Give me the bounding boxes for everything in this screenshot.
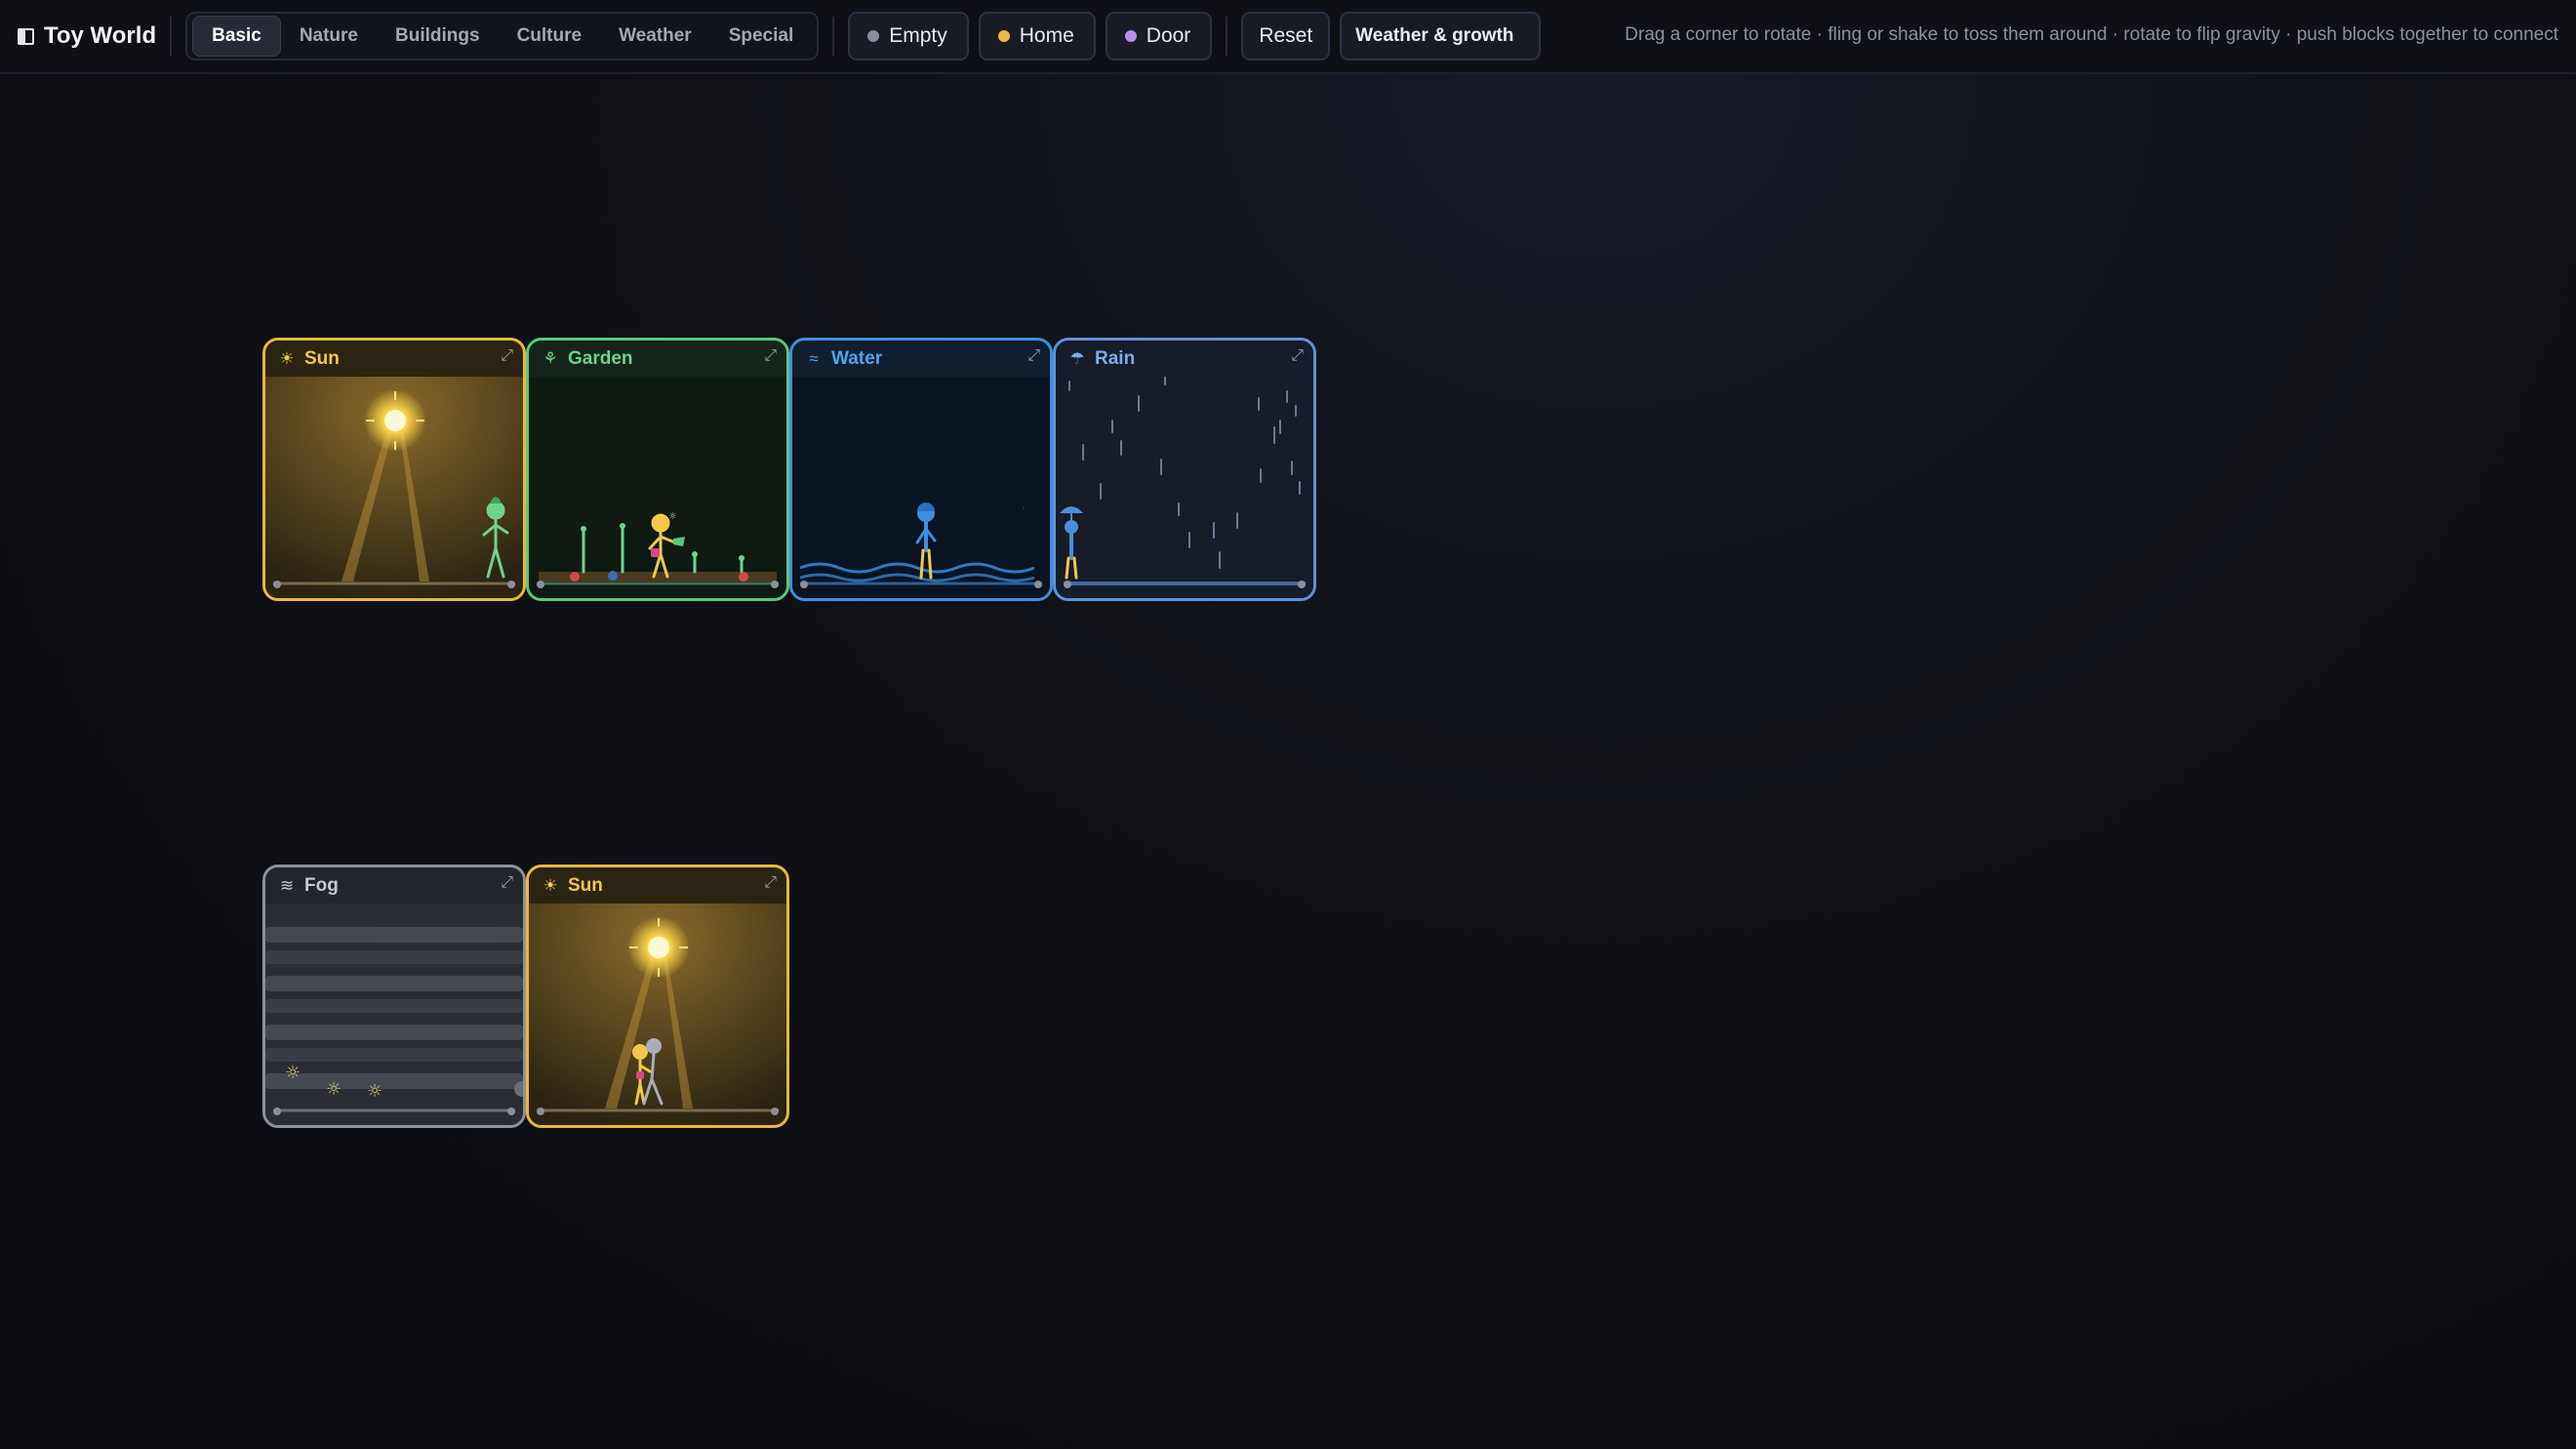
tab-special[interactable]: Special (710, 17, 813, 56)
card-scene (529, 904, 786, 1125)
block-card-water[interactable]: ≈ Water ⤢ › (789, 338, 1053, 601)
home-toggle-label: Home (1019, 24, 1074, 47)
svg-text:☼: ☼ (285, 1063, 301, 1083)
block-card-sun[interactable]: ☀ Sun ⤢ (526, 865, 789, 1128)
sidebar-panel-icon (18, 27, 34, 45)
card-title: Rain (1095, 347, 1136, 369)
rain-cloud-icon: ☂ (1069, 348, 1085, 368)
toolbar-divider (1226, 17, 1228, 56)
sprout-icon: ⚘ (543, 348, 558, 368)
block-card-garden[interactable]: ⚘ Garden ⤢ ☼ (526, 338, 789, 601)
card-scene (1056, 377, 1313, 598)
reset-button[interactable]: Reset (1241, 12, 1331, 60)
tab-nature[interactable]: Nature (281, 17, 377, 56)
tab-culture[interactable]: Culture (499, 17, 601, 56)
brand: Toy World (18, 22, 156, 50)
empty-toggle-label: Empty (889, 24, 947, 47)
card-scene: ☼ ☼ ☼ (265, 904, 523, 1125)
waves-icon: ≈ (809, 348, 819, 368)
top-toolbar: Toy World Basic Nature Buildings Culture… (0, 0, 2576, 74)
category-tabs: Basic Nature Buildings Culture Weather S… (185, 12, 820, 60)
tab-basic[interactable]: Basic (192, 16, 281, 57)
door-toggle-label: Door (1146, 24, 1191, 47)
card-scene: ☼ (529, 377, 786, 598)
card-scene (265, 377, 523, 598)
card-header: ☂ Rain ⤢ (1056, 341, 1313, 377)
toolbar-divider (170, 17, 173, 56)
toolbar-divider (832, 17, 835, 56)
card-header: ☀ Sun ⤢ (265, 341, 523, 377)
card-title: Water (831, 347, 883, 369)
expand-icon[interactable]: ⤢ (764, 874, 777, 892)
home-dot-icon (997, 30, 1010, 42)
expand-icon[interactable]: ⤢ (764, 347, 777, 365)
sun-icon: ☀ (279, 348, 295, 368)
weather-growth-button[interactable]: Weather & growth (1340, 12, 1542, 60)
expand-icon[interactable]: ⤢ (501, 874, 513, 892)
tab-buildings[interactable]: Buildings (377, 17, 499, 56)
card-header: ≈ Water ⤢ (792, 341, 1050, 377)
svg-text:›: › (1022, 503, 1026, 513)
svg-text:☼: ☼ (668, 511, 677, 522)
svg-text:☼: ☼ (367, 1081, 382, 1102)
tab-weather[interactable]: Weather (600, 17, 710, 56)
card-title: Sun (304, 347, 340, 369)
card-header: ⚘ Garden ⤢ (529, 341, 786, 377)
block-card-rain[interactable]: ☂ Rain ⤢ (1053, 338, 1316, 601)
expand-icon[interactable]: ⤢ (1027, 347, 1040, 365)
card-title: Sun (568, 874, 603, 896)
card-scene: › (792, 377, 1050, 598)
empty-dot-icon (867, 30, 880, 42)
block-card-fog[interactable]: ≋ Fog ⤢ ☼ ☼ ☼ (262, 865, 526, 1128)
expand-icon[interactable]: ⤢ (501, 347, 513, 365)
fog-icon: ≋ (279, 875, 295, 895)
door-toggle-button[interactable]: Door (1105, 12, 1213, 60)
expand-icon[interactable]: ⤢ (1291, 347, 1304, 365)
sun-icon: ☀ (543, 875, 558, 895)
door-dot-icon (1124, 30, 1137, 42)
usage-hint: Drag a corner to rotate · fling or shake… (1625, 24, 2558, 45)
card-title: Garden (568, 347, 633, 369)
home-toggle-button[interactable]: Home (978, 12, 1096, 60)
svg-text:☼: ☼ (326, 1079, 342, 1100)
app-title: Toy World (44, 22, 157, 49)
card-header: ≋ Fog ⤢ (265, 867, 523, 904)
card-header: ☀ Sun ⤢ (529, 867, 786, 904)
block-card-sun[interactable]: ☀ Sun ⤢ (262, 338, 526, 601)
empty-toggle-button[interactable]: Empty (848, 12, 969, 60)
card-title: Fog (304, 874, 339, 896)
